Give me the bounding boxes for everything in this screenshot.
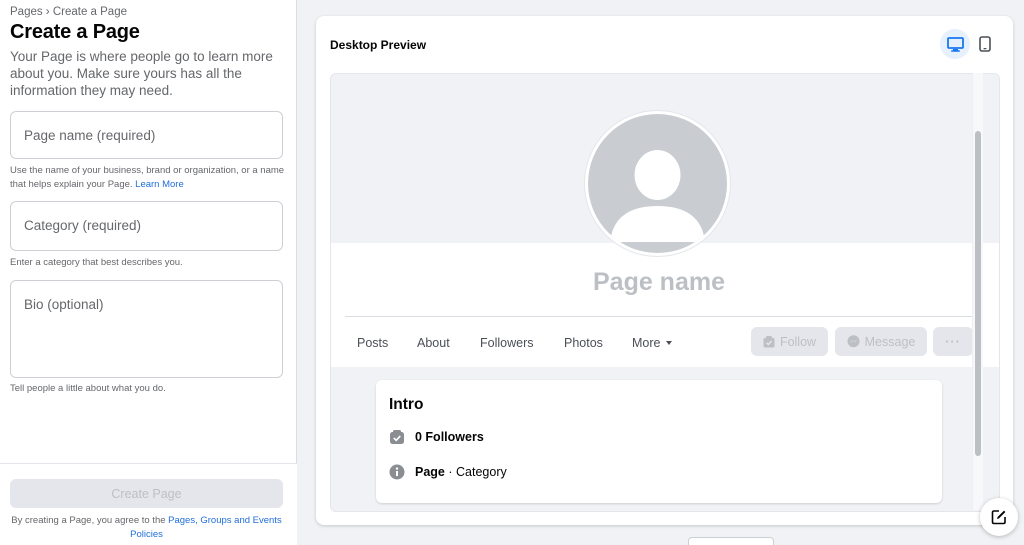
- terms-text: By creating a Page, you agree to the Pag…: [10, 514, 283, 541]
- avatar-silhouette-icon: [610, 150, 705, 242]
- left-footer: Create Page By creating a Page, you agre…: [0, 463, 297, 545]
- avatar-silhouette: [588, 114, 727, 253]
- page-label: Page: [415, 465, 445, 479]
- follow-label: Follow: [779, 334, 817, 349]
- bio-help: Tell people a little about what you do.: [10, 383, 166, 394]
- page-preview-frame: Page name Posts About Followers Photos M…: [330, 73, 1000, 512]
- preview-scrollbar[interactable]: [972, 73, 983, 510]
- compose-button[interactable]: [980, 498, 1018, 536]
- page-title: Create a Page: [10, 21, 140, 43]
- create-page-panel: Pages › Create a Page Create a Page Your…: [0, 0, 297, 545]
- category-help: Enter a category that best describes you…: [10, 257, 183, 268]
- bio-placeholder: Bio (optional): [24, 297, 104, 312]
- followers-row: 0 Followers: [389, 429, 484, 445]
- category-input[interactable]: Category (required): [10, 201, 283, 251]
- message-label: Message: [864, 334, 916, 349]
- tab-more-label: More: [632, 336, 661, 350]
- terms-prefix: By creating a Page, you agree to the: [11, 515, 166, 526]
- create-page-button[interactable]: Create Page: [10, 479, 283, 508]
- tab-posts[interactable]: Posts: [357, 336, 388, 350]
- bio-textarea[interactable]: Bio (optional): [10, 280, 283, 378]
- header-divider: [345, 316, 973, 317]
- page-category-row: Page · Category: [389, 464, 507, 480]
- preview-card: Desktop Preview Page name Posts About Fo…: [316, 16, 1013, 525]
- page-name-placeholder: Page name (required): [24, 128, 156, 143]
- compose-icon: [991, 510, 1006, 525]
- more-actions-icon: ···: [945, 334, 961, 349]
- tab-photos[interactable]: Photos: [564, 336, 603, 350]
- breadcrumb[interactable]: Pages › Create a Page: [10, 6, 127, 18]
- desktop-icon: [946, 36, 964, 52]
- followers-count: 0 Followers: [415, 430, 484, 444]
- follow-button[interactable]: Follow: [751, 327, 828, 356]
- tab-followers[interactable]: Followers: [480, 336, 534, 350]
- desktop-preview-button[interactable]: [940, 29, 970, 59]
- intro-title: Intro: [389, 396, 424, 413]
- preview-page-name: Page name: [592, 268, 725, 296]
- messenger-icon: [847, 335, 860, 348]
- page-name-input[interactable]: Page name (required): [10, 111, 283, 159]
- tab-more[interactable]: More: [632, 336, 673, 350]
- bottom-tab[interactable]: [688, 537, 774, 545]
- more-actions-button[interactable]: ···: [933, 327, 973, 356]
- intro-text: Your Page is where people go to learn mo…: [10, 49, 273, 98]
- mobile-preview-button[interactable]: [970, 29, 1000, 59]
- category-placeholder: Category (required): [24, 218, 142, 233]
- page-name-help: Use the name of your business, brand or …: [10, 164, 288, 191]
- preview-title: Desktop Preview: [330, 38, 427, 52]
- intro-card: Intro 0 Followers Page · Category: [376, 380, 942, 503]
- profile-picture: [585, 111, 730, 256]
- caret-down-icon: [666, 341, 673, 345]
- mobile-icon: [979, 36, 991, 52]
- category-label: · Category: [448, 465, 507, 479]
- scrollbar-thumb[interactable]: [975, 131, 981, 456]
- follow-icon: [763, 335, 775, 347]
- learn-more-link[interactable]: Learn More: [135, 179, 184, 190]
- tab-about[interactable]: About: [417, 336, 450, 350]
- info-icon: [389, 464, 405, 480]
- followers-icon: [390, 430, 404, 444]
- message-button[interactable]: Message: [835, 327, 927, 356]
